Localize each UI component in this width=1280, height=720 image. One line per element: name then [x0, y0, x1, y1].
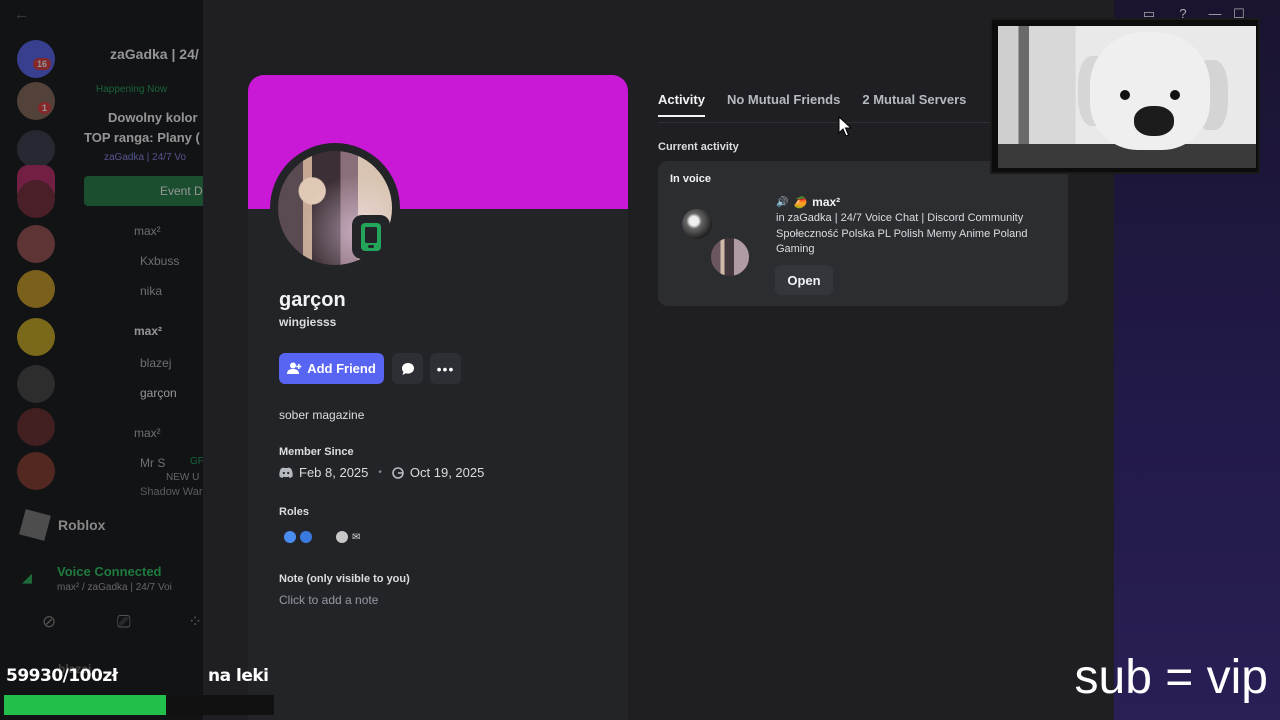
role-pill — [279, 526, 317, 548]
activity-card: In voice 🔊 🥭 max² in zaGadka | 24/7 Voic… — [658, 161, 1068, 306]
donation-goal-label: na leki — [208, 666, 269, 686]
unread-badge: 16 — [33, 58, 52, 70]
voice-channel-path: max² / zaGadka | 24/7 Voi — [57, 582, 172, 593]
event-button-label: Event D — [160, 184, 203, 198]
webcam-feed — [998, 26, 1256, 168]
tab-mutual-servers[interactable]: 2 Mutual Servers — [862, 92, 966, 117]
happening-now-label: Happening Now — [96, 84, 168, 95]
activity-roblox[interactable]: Roblox — [19, 508, 203, 544]
server-icon[interactable] — [17, 130, 55, 168]
activities-icon[interactable]: ⁘ — [188, 612, 202, 632]
role-dot-icon — [300, 531, 312, 543]
server-icon[interactable] — [17, 408, 55, 446]
server-icon[interactable] — [17, 180, 55, 218]
profile-card: garçon wingiesss Add Friend ••• sober ma… — [248, 75, 628, 720]
more-button[interactable]: ••• — [430, 353, 461, 384]
display-name: garçon — [279, 289, 346, 311]
voice-user[interactable]: max² — [134, 426, 161, 440]
server-icon[interactable] — [17, 365, 55, 403]
ellipsis-icon: ••• — [436, 360, 455, 377]
discord-icon — [279, 467, 293, 478]
in-voice-label: In voice — [670, 173, 711, 185]
donation-progress-bar — [4, 695, 274, 715]
role-dot-icon — [284, 531, 296, 543]
profile-tabs: Activity No Mutual Friends 2 Mutual Serv… — [658, 92, 966, 117]
roblox-icon — [19, 509, 51, 541]
mango-icon: 🥭 — [793, 196, 808, 209]
role-pill: ✉ — [331, 526, 365, 548]
voice-user[interactable]: Kxbuss — [140, 254, 179, 268]
user-profile-modal: garçon wingiesss Add Friend ••• sober ma… — [203, 0, 1114, 720]
mobile-status-icon — [352, 215, 390, 259]
separator-dot: • — [378, 467, 382, 478]
server-icon — [392, 466, 404, 479]
roles-label: Roles — [279, 506, 309, 518]
server-icon[interactable] — [17, 318, 55, 356]
discord-member-since: Feb 8, 2025 — [299, 465, 369, 480]
speaker-icon: 🔊 — [776, 196, 789, 208]
event-subtitle: TOP ranga: Plany ( — [84, 130, 200, 145]
donation-goal-amount: 59930/100zł — [6, 666, 118, 686]
bio: sober magazine — [279, 408, 365, 422]
note-label: Note (only visible to you) — [279, 573, 410, 585]
server-icon[interactable] — [17, 452, 55, 490]
voice-connected-panel: ◢ Voice Connected max² / zaGadka | 24/7 … — [20, 560, 203, 600]
tab-activity[interactable]: Activity — [658, 92, 705, 117]
voice-connected-label: Voice Connected — [57, 564, 162, 579]
chat-bubble-icon — [401, 362, 414, 375]
event-channel: zaGadka | 24/7 Vo — [104, 152, 187, 163]
role-dot-icon — [336, 531, 348, 543]
camera-off-icon[interactable]: ⊘ — [42, 612, 56, 632]
sub-vip-overlay: sub = vip — [1074, 651, 1268, 704]
note-input[interactable]: Click to add a note — [279, 593, 378, 607]
add-friend-button[interactable]: Add Friend — [279, 353, 384, 384]
username: wingiesss — [279, 315, 337, 329]
open-button[interactable]: Open — [775, 265, 833, 295]
event-title: Dowolny kolor — [108, 110, 198, 125]
voice-user[interactable]: Shadow Warr — [140, 486, 203, 498]
envelope-icon: ✉ — [352, 531, 361, 543]
voice-user[interactable]: nika — [140, 284, 162, 298]
message-button[interactable] — [392, 353, 423, 384]
add-friend-label: Add Friend — [307, 361, 376, 376]
voice-server-description: in zaGadka | 24/7 Voice Chat | Discord C… — [776, 212, 1028, 255]
voice-user[interactable]: max² — [134, 324, 162, 338]
voice-user-tag: GF — [190, 456, 203, 467]
background-discord: 16 1 zaGadka | 24/ Happening Now Dowolny… — [0, 0, 203, 720]
server-icon[interactable] — [17, 270, 55, 308]
voice-user[interactable]: garçon — [140, 386, 177, 400]
voice-channel-name: 🔊 🥭 max² — [776, 195, 840, 209]
tab-mutual-friends[interactable]: No Mutual Friends — [727, 92, 840, 117]
voice-channel-user: max² — [812, 195, 841, 209]
roblox-label: Roblox — [58, 517, 106, 533]
channel-list: zaGadka | 24/ Happening Now Dowolny kolo… — [74, 30, 203, 510]
server-icon[interactable] — [17, 82, 55, 120]
voice-user[interactable]: blazej — [140, 356, 171, 370]
server-name[interactable]: zaGadka | 24/ — [110, 46, 199, 62]
screen-share-icon[interactable]: ⎚ — [117, 612, 131, 632]
current-activity-label: Current activity — [658, 141, 739, 153]
voice-user[interactable]: max² — [134, 224, 161, 238]
donation-progress-fill — [4, 695, 166, 715]
mouse-cursor-icon — [838, 116, 852, 137]
voice-avatar — [708, 235, 752, 279]
server-rail: 16 1 — [0, 30, 72, 510]
server-member-since: Oct 19, 2025 — [409, 465, 485, 480]
webcam-overlay — [990, 18, 1260, 174]
unread-badge: 1 — [38, 102, 52, 114]
voice-user[interactable]: Mr S — [140, 456, 165, 470]
voice-avatar — [682, 209, 712, 239]
add-user-icon — [287, 362, 302, 374]
member-since-row: Feb 8, 2025 • Oct 19, 2025 — [279, 465, 484, 480]
server-icon[interactable] — [17, 225, 55, 263]
signal-icon: ◢ — [22, 570, 32, 585]
new-unreads-pill[interactable]: NEW U — [166, 472, 199, 483]
member-since-label: Member Since — [279, 446, 354, 458]
